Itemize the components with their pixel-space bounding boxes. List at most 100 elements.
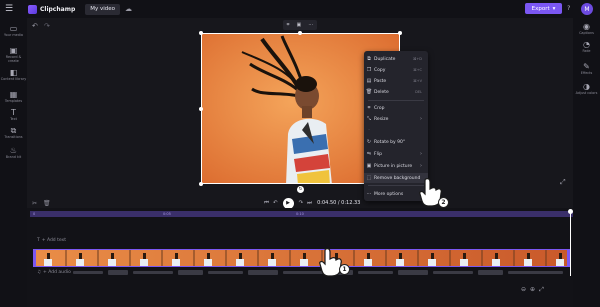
captions-icon: ◉ — [583, 22, 590, 31]
step-badge: 2 — [438, 197, 449, 208]
paste-icon: ▤ — [366, 78, 372, 84]
skip-forward-icon[interactable]: ⏭ — [307, 200, 312, 207]
nav-effects[interactable]: ✎ Effects — [573, 62, 600, 75]
music-note-icon: ♫ — [37, 270, 42, 275]
avatar[interactable]: M — [581, 3, 593, 15]
cloud-sync-icon: ☁ — [125, 5, 133, 13]
playhead-knob[interactable] — [568, 209, 573, 214]
add-text-track[interactable]: T + Add text — [37, 238, 66, 243]
menu-item-disabled: · — [364, 125, 428, 135]
delete-icon: 🗑 — [365, 89, 373, 95]
nav-content-library[interactable]: ◧ Content library — [0, 68, 27, 81]
nav-adjust-colors[interactable]: ◑ Adjust colors — [573, 82, 600, 95]
nav-record-create[interactable]: ▣ Record & create — [0, 46, 27, 63]
ruler-tick: 0:10 — [296, 212, 304, 216]
fullscreen-icon[interactable]: ⤢ — [560, 178, 566, 187]
ruler-tick: 0 — [33, 212, 36, 216]
effects-icon: ✎ — [583, 62, 590, 71]
nav-your-media[interactable]: ▭ Your media — [0, 24, 27, 37]
menu-item-paste[interactable]: ▤ Paste ⌘+V — [364, 76, 428, 86]
more-options-icon: ⋯ — [366, 191, 372, 197]
split-icon[interactable]: ✂ — [32, 200, 37, 207]
nav-text[interactable]: T Text — [0, 108, 27, 121]
floating-toolbar: ⌗ ▣ ⋯ — [283, 20, 317, 30]
step-badge: 1 — [339, 264, 350, 275]
chevron-right-icon: › — [420, 116, 422, 122]
timecode: 0:04.50 / 0:12.33 — [317, 200, 361, 206]
app-name: Clipchamp — [40, 5, 76, 13]
hamburger-menu-icon[interactable]: ☰ — [0, 0, 18, 18]
clip-trim-handle-left[interactable] — [33, 249, 36, 267]
menu-divider — [368, 185, 424, 186]
zoom-in-icon[interactable]: ⊕ — [530, 286, 535, 294]
nav-templates[interactable]: ▦ Templates — [0, 90, 27, 103]
audio-waveform — [73, 270, 563, 275]
clipchamp-logo-icon — [28, 4, 37, 14]
resize-handle-top-left[interactable] — [199, 31, 203, 35]
app-logo: Clipchamp — [28, 4, 76, 14]
trash-icon[interactable]: 🗑 — [43, 200, 51, 207]
crop-icon: ⌗ — [367, 105, 371, 111]
adjust-colors-icon: ◑ — [583, 82, 590, 91]
rotate-handle-icon[interactable]: ↻ — [297, 186, 304, 193]
zoom-controls: ⊖ ⊕ ⤢ — [521, 286, 544, 294]
nav-brand-kit[interactable]: ♨ Brand kit — [0, 146, 27, 159]
ruler-tick: 0:05 — [163, 212, 171, 216]
text-icon: T — [37, 238, 40, 243]
play-button[interactable]: ▶ — [282, 197, 294, 209]
skip-back-icon[interactable]: ⏮ — [264, 200, 269, 207]
resize-icon: ⤡ — [366, 116, 371, 122]
pip-icon: ▣ — [366, 163, 372, 169]
rewind-icon[interactable]: ↶ — [273, 200, 278, 206]
resize-handle-top-right[interactable] — [398, 31, 402, 35]
right-sidebar: ◉ Captions ◔ Fade ✎ Effects ◑ Adjust col… — [573, 18, 600, 307]
nav-captions[interactable]: ◉ Captions — [573, 22, 600, 35]
left-sidebar: ▭ Your media ▣ Record & create ◧ Content… — [0, 18, 27, 307]
fade-icon: ◔ — [583, 40, 590, 49]
layout-tool-icon[interactable]: ▣ — [297, 22, 302, 28]
chevron-right-icon: › — [420, 151, 422, 157]
fit-timeline-icon[interactable]: ⤢ — [539, 286, 544, 294]
library-icon: ◧ — [9, 68, 18, 77]
crop-tool-icon[interactable]: ⌗ — [287, 22, 290, 28]
add-audio-track[interactable]: ♫ + Add audio — [37, 270, 71, 275]
undo-icon[interactable]: ↶ — [32, 22, 38, 30]
rotate-icon: ↻ — [366, 139, 372, 145]
menu-item-flip[interactable]: ⇋ Flip › — [364, 149, 428, 159]
templates-icon: ▦ — [9, 90, 18, 99]
playhead[interactable] — [570, 210, 571, 276]
record-icon: ▣ — [9, 46, 18, 55]
brand-kit-icon: ♨ — [9, 146, 18, 155]
menu-divider — [368, 100, 424, 101]
menu-item-duplicate[interactable]: ⧉ Duplicate ⌘+D — [364, 54, 428, 64]
clip-trim-handle-right[interactable] — [567, 249, 570, 267]
nav-transitions[interactable]: ⧉ Transitions — [0, 126, 27, 139]
editor-app: ☰ Clipchamp My video ☁ Export ▾ ? M ▭ Yo… — [0, 0, 600, 307]
export-button[interactable]: Export ▾ — [525, 3, 562, 14]
project-title[interactable]: My video — [85, 3, 121, 15]
media-icon: ▭ — [9, 24, 18, 33]
menu-item-delete[interactable]: 🗑 Delete DEL — [364, 87, 428, 97]
copy-icon: ❐ — [366, 67, 372, 73]
clip-thumbnails — [34, 250, 569, 266]
chevron-down-icon: ▾ — [552, 5, 556, 12]
top-bar: ☰ Clipchamp My video ☁ Export ▾ ? M — [0, 0, 600, 18]
menu-item-picture-in-picture[interactable]: ▣ Picture in picture › — [364, 161, 428, 171]
more-tool-icon[interactable]: ⋯ — [308, 22, 313, 28]
chevron-right-icon: › — [420, 163, 422, 169]
export-label: Export — [531, 5, 550, 12]
menu-item-crop[interactable]: ⌗ Crop — [364, 103, 428, 113]
redo-icon[interactable]: ↷ — [44, 22, 50, 30]
resize-handle-top[interactable] — [298, 31, 302, 35]
menu-item-copy[interactable]: ❐ Copy ⌘+C — [364, 65, 428, 75]
help-icon[interactable]: ? — [567, 4, 570, 12]
transitions-icon: ⧉ — [10, 126, 17, 135]
nav-fade[interactable]: ◔ Fade — [573, 40, 600, 53]
resize-handle-left[interactable] — [199, 107, 203, 111]
forward-icon[interactable]: ↷ — [299, 200, 304, 206]
resize-handle-bottom-left[interactable] — [199, 182, 203, 186]
video-clip-track[interactable] — [33, 249, 570, 267]
menu-item-resize[interactable]: ⤡ Resize › — [364, 114, 428, 124]
zoom-out-icon[interactable]: ⊖ — [521, 286, 526, 294]
menu-item-rotate[interactable]: ↻ Rotate by 90° — [364, 137, 428, 147]
